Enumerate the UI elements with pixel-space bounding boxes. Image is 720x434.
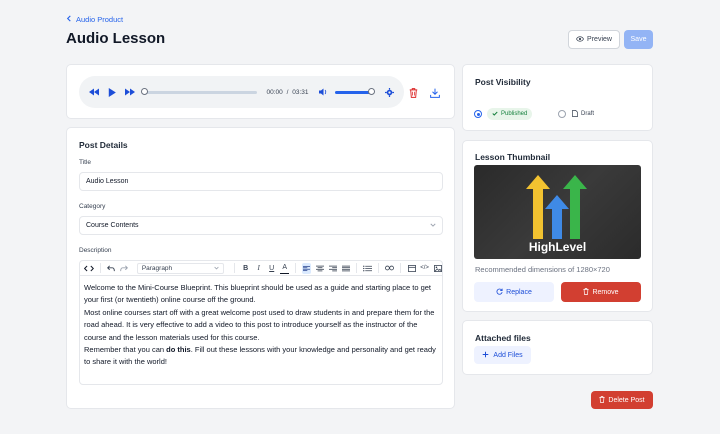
description-label: Description [79,247,112,254]
volume-knob[interactable] [368,88,375,95]
rewind-icon[interactable] [89,88,99,96]
fast-forward-icon[interactable] [125,88,135,96]
add-files-label: Add Files [493,351,523,359]
toolbar-divider [378,263,380,273]
play-icon[interactable] [108,87,116,97]
duration: 03:31 [292,88,309,96]
paragraph-style-select[interactable]: Paragraph [136,262,225,274]
remove-button[interactable]: Remove [561,282,641,302]
replace-button[interactable]: Replace [474,282,554,302]
published-badge[interactable]: Published [487,108,533,120]
category-value: Course Contents [86,222,139,229]
gear-icon[interactable] [385,87,394,97]
draft-label: Draft [581,111,595,117]
paragraph-3-start: Remember that you can [84,345,167,355]
draft-option[interactable]: Draft [572,108,594,120]
toolbar-divider [400,263,402,273]
toolbar-divider [234,263,236,273]
refresh-icon [496,288,503,297]
paragraph-style-value: Paragraph [141,264,173,272]
align-left-icon[interactable] [302,262,312,274]
chevron-down-icon [214,265,219,272]
lesson-thumbnail-heading: Lesson Thumbnail [475,152,551,162]
category-select[interactable]: Course Contents [79,216,443,235]
svg-text:HighLevel: HighLevel [529,240,586,254]
align-justify-icon[interactable] [341,263,350,274]
audio-card: 00:00 / 03:31 [66,64,455,119]
embed-icon[interactable] [407,263,416,274]
bold-icon[interactable]: B [241,263,250,274]
title-label: Title [79,159,92,166]
add-files-button[interactable]: Add Files [474,346,531,364]
document-icon [572,109,578,119]
save-button[interactable]: Save [624,30,653,49]
bold-text: do this [166,345,191,355]
toolbar-divider [295,263,297,273]
chevron-down-icon [430,222,436,229]
align-center-icon[interactable] [315,263,324,274]
post-details-card: Post Details Title Audio Lesson Category… [66,127,455,409]
audio-progress-slider[interactable] [141,88,257,95]
plus-icon [482,351,489,360]
post-visibility-heading: Post Visibility [475,77,531,87]
volume-icon[interactable] [318,88,328,96]
italic-icon[interactable]: I [254,263,263,274]
undo-icon[interactable] [107,263,116,274]
title-input[interactable]: Audio Lesson [79,172,443,191]
progress-knob[interactable] [141,88,148,95]
underline-icon[interactable]: U [267,263,276,274]
toolbar-divider [356,263,358,273]
remove-label: Remove [592,288,619,296]
audio-player: 00:00 / 03:31 [79,76,404,108]
delete-post-button[interactable]: Delete Post [591,391,653,409]
published-label: Published [501,111,528,117]
download-icon[interactable] [430,88,440,100]
description-editor[interactable]: Welcome to the Mini-Course Blueprint. Th… [79,275,443,385]
delete-audio-icon[interactable] [409,88,418,100]
replace-label: Replace [506,288,532,296]
redo-icon[interactable] [120,263,129,274]
category-label: Category [79,203,106,210]
paragraph-3: Remember that you can do this. Fill out … [84,344,438,369]
preview-label: Preview [587,36,612,43]
chevron-left-icon [66,15,72,24]
paragraph-2: Most online courses start off with a gre… [84,307,435,342]
attached-files-heading: Attached files [475,333,531,343]
eye-icon [576,35,584,44]
volume-slider[interactable] [334,88,375,95]
breadcrumb[interactable]: Audio Product [66,15,123,24]
code-view-icon[interactable] [84,263,94,274]
post-visibility-card: Post Visibility [462,64,653,131]
preview-button[interactable]: Preview [568,30,620,49]
breadcrumb-label[interactable]: Audio Product [76,15,123,24]
highlevel-logo: HighLevel [526,175,587,254]
trash-icon [599,395,605,405]
audio-time: 00:00 / 03:31 [267,89,309,96]
page-title: Audio Lesson [66,30,166,47]
check-icon [492,111,498,118]
trash-icon [583,287,590,297]
time-separator: / [286,88,289,96]
current-time: 00:00 [266,88,283,96]
post-details-heading: Post Details [79,140,128,150]
align-right-icon[interactable] [328,263,337,274]
toolbar-divider [99,263,101,273]
draft-radio[interactable] [558,110,566,118]
image-icon[interactable] [433,263,442,274]
paragraph-1: Welcome to the Mini-Course Blueprint. Th… [84,283,432,305]
delete-post-label: Delete Post [608,396,645,404]
thumbnail-hint: Recommended dimensions of 1280×720 [475,265,610,274]
bullet-list-icon[interactable] [363,263,373,274]
thumbnail-image: HighLevel [474,165,641,259]
editor-toolbar: Paragraph B I U A </> [79,260,443,275]
code-block-icon[interactable]: </> [420,263,429,274]
text-color-icon[interactable]: A [280,263,290,274]
link-icon[interactable] [385,263,395,274]
published-radio[interactable] [474,110,482,118]
